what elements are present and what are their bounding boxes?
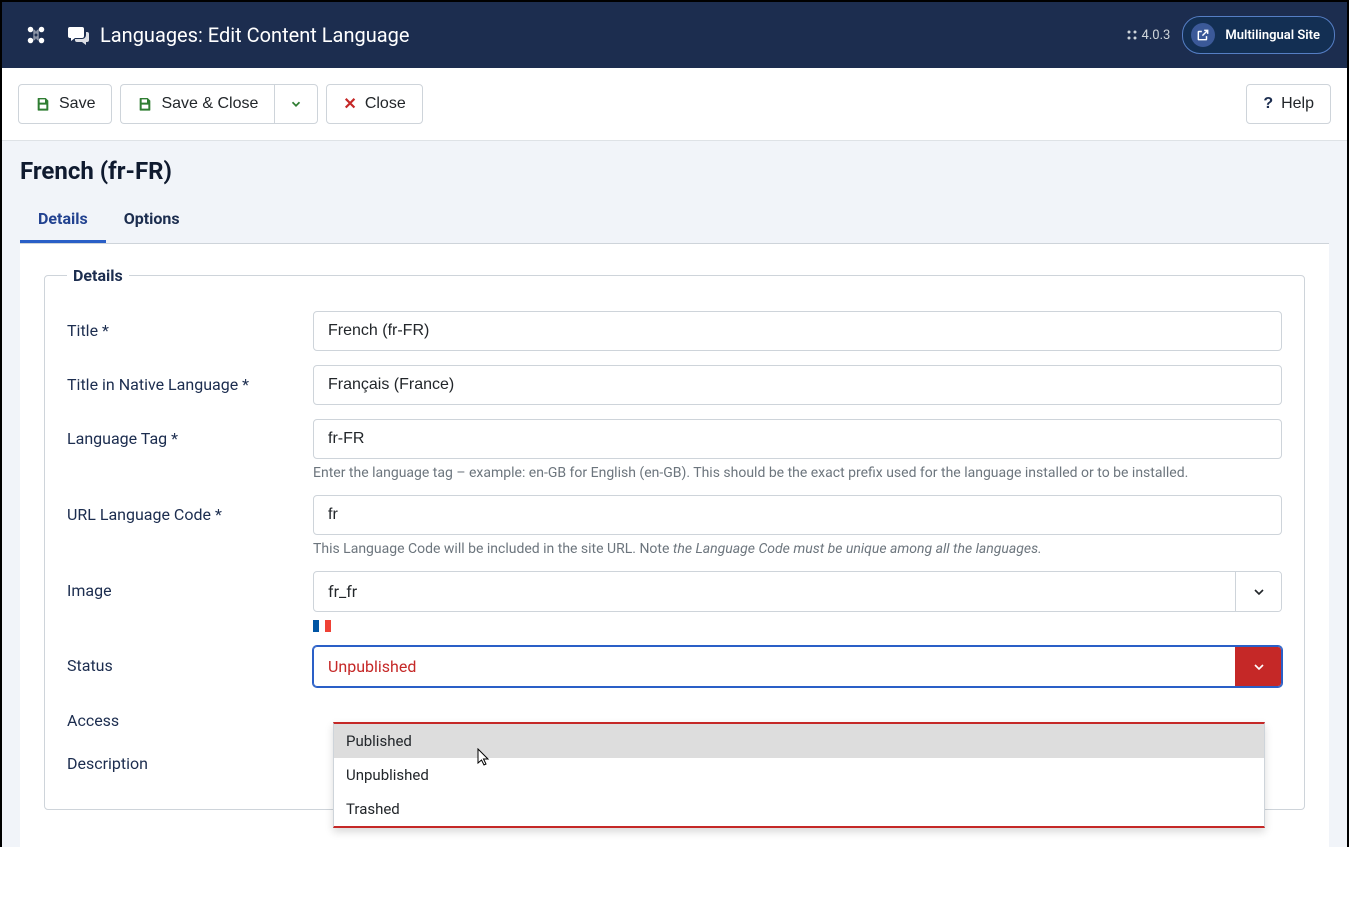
- label-access: Access: [67, 701, 313, 730]
- header-right: 4.0.3 Multilingual Site: [1126, 16, 1335, 54]
- header-title-text: Languages: Edit Content Language: [100, 23, 409, 47]
- fieldset-legend: Details: [67, 266, 129, 285]
- label-title: Title *: [67, 311, 313, 340]
- status-dropdown-popover: Published Unpublished Trashed: [333, 722, 1265, 828]
- label-image: Image: [67, 571, 313, 600]
- select-status[interactable]: Unpublished: [313, 646, 1282, 687]
- status-option-unpublished[interactable]: Unpublished: [334, 758, 1264, 792]
- label-lang-tag: Language Tag *: [67, 419, 313, 448]
- chevron-down-icon: [289, 97, 303, 111]
- version-badge: 4.0.3: [1126, 28, 1171, 43]
- external-link-icon: [1191, 23, 1215, 47]
- help-button[interactable]: ? Help: [1246, 84, 1331, 124]
- row-image: Image fr_fr: [67, 571, 1282, 632]
- joomla-icon: [25, 24, 47, 46]
- select-image[interactable]: fr_fr: [313, 571, 1282, 612]
- label-url-code: URL Language Code *: [67, 495, 313, 524]
- save-close-group: Save & Close: [120, 84, 318, 124]
- comments-icon: [66, 23, 90, 47]
- label-status: Status: [67, 646, 313, 675]
- save-close-button[interactable]: Save & Close: [120, 84, 274, 124]
- save-button[interactable]: Save: [18, 84, 112, 124]
- row-url-code: URL Language Code * This Language Code w…: [67, 495, 1282, 557]
- close-button[interactable]: ✕ Close: [326, 84, 422, 124]
- row-native: Title in Native Language *: [67, 365, 1282, 405]
- close-icon: ✕: [343, 94, 356, 114]
- input-title[interactable]: [313, 311, 1282, 351]
- site-link-button[interactable]: Multilingual Site: [1182, 16, 1335, 54]
- page-header-title: Languages: Edit Content Language: [66, 23, 1126, 47]
- help-icon: ?: [1263, 95, 1273, 113]
- save-icon: [35, 96, 51, 112]
- label-description: Description: [67, 744, 313, 773]
- joomla-mini-icon: [1126, 29, 1138, 41]
- hint-url-code: This Language Code will be included in t…: [313, 541, 1282, 557]
- row-lang-tag: Language Tag * Enter the language tag – …: [67, 419, 1282, 481]
- status-option-published[interactable]: Published: [334, 724, 1264, 758]
- flag-preview-fr: [313, 620, 331, 632]
- input-url-code[interactable]: [313, 495, 1282, 535]
- tabs: Details Options: [20, 197, 1329, 244]
- tab-options[interactable]: Options: [106, 197, 198, 243]
- page-title: French (fr-FR): [20, 157, 1329, 185]
- joomla-logo[interactable]: [14, 2, 58, 68]
- toolbar: Save Save & Close ✕ Close ? Help: [2, 68, 1347, 141]
- status-option-trashed[interactable]: Trashed: [334, 792, 1264, 826]
- chevron-down-icon: [1235, 647, 1281, 686]
- tab-details[interactable]: Details: [20, 197, 106, 243]
- row-title: Title *: [67, 311, 1282, 351]
- input-lang-tag[interactable]: [313, 419, 1282, 459]
- chevron-down-icon: [1235, 572, 1281, 611]
- label-native: Title in Native Language *: [67, 365, 313, 394]
- input-native[interactable]: [313, 365, 1282, 405]
- row-status: Status Unpublished: [67, 646, 1282, 687]
- header-bar: Languages: Edit Content Language 4.0.3 M…: [2, 2, 1347, 68]
- hint-lang-tag: Enter the language tag – example: en-GB …: [313, 465, 1282, 481]
- save-close-dropdown-toggle[interactable]: [274, 84, 318, 124]
- save-icon: [137, 96, 153, 112]
